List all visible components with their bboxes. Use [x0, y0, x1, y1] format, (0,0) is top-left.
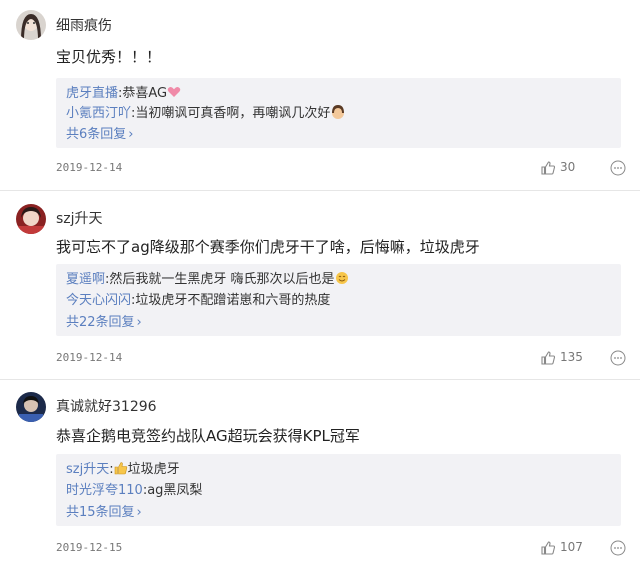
chevron-right-icon: › — [128, 127, 134, 142]
comment-actions: 107 — [540, 538, 640, 558]
reply-text: 垃圾虎牙 — [127, 462, 180, 477]
reply-text: :垃圾虎牙不配蹭诺崽和六哥的热度 — [131, 293, 331, 308]
reply-username[interactable]: 今天心闪闪 — [66, 293, 131, 308]
smile-emoji-icon — [335, 271, 349, 289]
avatar[interactable] — [16, 392, 46, 422]
chevron-right-icon: › — [136, 505, 142, 520]
reply-username[interactable]: szj升天 — [66, 462, 109, 477]
reply-item: 今天心闪闪:垃圾虎牙不配蹭诺崽和六哥的热度 — [66, 289, 330, 308]
reply-box: 虎牙直播:恭喜AG 小氪西汀吖:当初嘲讽可真香啊，再嘲讽几次好 共6条回复 › — [56, 78, 621, 148]
comment-date: 2019-12-14 — [56, 351, 123, 364]
reply-username[interactable]: 小氪西汀吖 — [66, 106, 131, 121]
comment-text: 恭喜企鹅电竞签约战队AG超玩会获得KPL冠军 — [56, 427, 360, 445]
reply-box: szj升天: 垃圾虎牙 时光浮夸110:ag黑凤梨 共15条回复 › — [56, 454, 621, 526]
reply-item: 小氪西汀吖:当初嘲讽可真香啊，再嘲讽几次好 — [66, 102, 346, 124]
thumbs-up-icon[interactable] — [540, 350, 556, 366]
like-count: 107 — [560, 540, 583, 554]
more-replies-link[interactable]: 共22条回复 › — [66, 311, 142, 330]
more-options-icon[interactable] — [610, 350, 626, 366]
reply-text: :然后我就一生黑虎牙 嗨氏那次以后也是 — [105, 272, 335, 287]
more-options-icon[interactable] — [610, 160, 626, 176]
reply-item: 虎牙直播:恭喜AG — [66, 82, 181, 102]
avatar[interactable] — [16, 204, 46, 234]
reply-item: 夏遥啊:然后我就一生黑虎牙 嗨氏那次以后也是 — [66, 268, 349, 289]
comment-date: 2019-12-14 — [56, 161, 123, 174]
reply-box: 夏遥啊:然后我就一生黑虎牙 嗨氏那次以后也是 今天心闪闪:垃圾虎牙不配蹭诺崽和六… — [56, 264, 621, 336]
chevron-right-icon: › — [136, 315, 142, 330]
divider — [0, 190, 640, 191]
comment-item: szj升天 我可忘不了ag降级那个赛季你们虎牙干了啥，后悔嘛，垃圾虎牙 夏遥啊:… — [0, 196, 640, 376]
username[interactable]: 真诚就好31296 — [56, 396, 157, 416]
username[interactable]: szj升天 — [56, 208, 103, 228]
more-options-icon[interactable] — [610, 540, 626, 556]
reply-username[interactable]: 时光浮夸110 — [66, 483, 143, 498]
comment-actions: 30 — [540, 158, 640, 178]
more-replies-link[interactable]: 共6条回复 › — [66, 123, 133, 142]
more-replies-link[interactable]: 共15条回复 › — [66, 501, 142, 520]
reply-item: szj升天: 垃圾虎牙 — [66, 461, 180, 479]
username[interactable]: 细雨痕伤 — [56, 15, 112, 35]
avatar[interactable] — [16, 10, 46, 40]
comment-item: 细雨痕伤 宝贝优秀！！！ 虎牙直播:恭喜AG 小氪西汀吖:当初嘲讽可真香啊，再嘲… — [0, 0, 640, 190]
reply-item: 时光浮夸110:ag黑凤梨 — [66, 479, 202, 498]
reply-text: :恭喜AG — [118, 86, 168, 101]
like-count: 135 — [560, 350, 583, 364]
thumbs-up-icon[interactable] — [540, 540, 556, 556]
divider — [0, 379, 640, 380]
comment-date: 2019-12-15 — [56, 541, 123, 554]
comment-text: 宝贝优秀！！！ — [56, 48, 162, 66]
thumbs-up-icon[interactable] — [540, 160, 556, 176]
reply-text: :当初嘲讽可真香啊，再嘲讽几次好 — [131, 106, 331, 121]
comment-actions: 135 — [540, 348, 640, 368]
reply-username[interactable]: 虎牙直播 — [66, 86, 118, 101]
comment-text: 我可忘不了ag降级那个赛季你们虎牙干了啥，后悔嘛，垃圾虎牙 — [56, 238, 480, 256]
like-count: 30 — [560, 160, 576, 174]
thumbs-up-emoji-icon — [114, 461, 128, 479]
reply-text: :ag黑凤梨 — [142, 483, 203, 498]
heart-emoji-icon — [167, 86, 181, 102]
face-emoji-icon — [330, 104, 346, 124]
reply-username[interactable]: 夏遥啊 — [66, 272, 105, 287]
comment-item: 真诚就好31296 恭喜企鹅电竞签约战队AG超玩会获得KPL冠军 szj升天: 垃… — [0, 384, 640, 565]
